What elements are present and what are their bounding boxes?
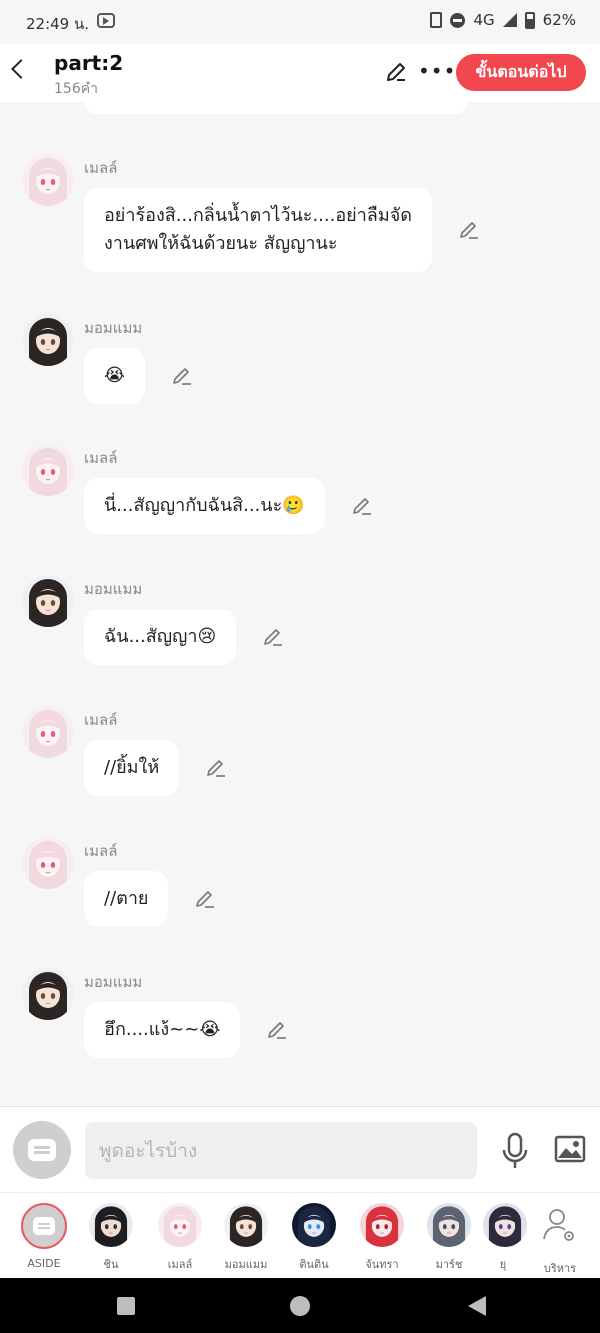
edit-title-icon[interactable]: [384, 60, 408, 84]
message-text-line: //ตาย: [104, 888, 149, 909]
avatar[interactable]: [22, 444, 74, 496]
character-avatar: [158, 1203, 202, 1247]
word-count: 156คำ: [54, 81, 98, 97]
sender-name: มอมแมม: [84, 319, 143, 337]
youtube-icon: [97, 13, 115, 28]
message-bubble[interactable]: ฮึก....แง้~~😭: [84, 1002, 241, 1058]
character-label: บริหาร: [543, 1262, 577, 1275]
character-label: ชิน: [103, 1258, 119, 1271]
edit-message-icon[interactable]: [205, 757, 227, 779]
message-bubble[interactable]: //ยิ้มให้: [84, 740, 180, 796]
message-input[interactable]: [85, 1122, 477, 1179]
top-bar: part:2 156คำ ••• ขั้นตอนต่อไป: [0, 44, 600, 102]
microphone-icon[interactable]: [500, 1131, 530, 1171]
sender-name: เมลล์: [84, 842, 118, 860]
character-chip[interactable]: มอมแมม: [213, 1203, 279, 1273]
status-icons: 4G 62%: [430, 11, 576, 29]
clock: 22:49 น.: [26, 15, 90, 33]
message-bubble[interactable]: //ตาย: [84, 871, 169, 927]
sender-name: มอมแมม: [84, 973, 143, 991]
avatar[interactable]: [22, 837, 74, 889]
message-text-line: อย่าร้องสิ...กลิ่นน้ำตาไว้นะ....อย่าลืมจ…: [104, 205, 412, 226]
character-chip[interactable]: ยุ: [483, 1203, 527, 1273]
previous-bubble: [84, 102, 468, 114]
sender-name: เมลล์: [84, 711, 118, 729]
system-nav-bar: [0, 1278, 600, 1333]
message-text-line: งานศพให้ฉันด้วยนะ สัญญานะ: [104, 233, 338, 254]
character-avatar: [360, 1203, 404, 1247]
character-label: มอมแมม: [224, 1258, 268, 1271]
avatar[interactable]: [22, 575, 74, 627]
message-text-line: ฮึก....แง้~~😭: [104, 1019, 221, 1040]
edit-message-icon[interactable]: [266, 1019, 288, 1041]
character-label: ตินติน: [299, 1258, 329, 1271]
character-avatar: [483, 1203, 527, 1247]
sender-name: เมลล์: [84, 159, 118, 177]
sender-name: มอมแมม: [84, 580, 143, 598]
recents-icon[interactable]: [117, 1297, 135, 1315]
image-upload-icon[interactable]: [554, 1135, 586, 1163]
character-aside[interactable]: ASIDE: [11, 1203, 77, 1270]
status-bar: 22:49 น. 4G 62%: [0, 0, 600, 44]
character-bar: ASIDE ชิน เมลล์ มอมแมม ตินติน จันทรา มาร…: [0, 1192, 600, 1278]
character-chip[interactable]: มาร์ช: [416, 1203, 482, 1273]
message-text-line: นี่...สัญญากับฉันสิ...นะ🥲: [104, 495, 305, 516]
sender-name: เมลล์: [84, 449, 118, 467]
character-chip[interactable]: เมลล์: [147, 1203, 213, 1273]
character-avatar: [427, 1203, 471, 1247]
battery-icon: [524, 11, 535, 29]
message-text-line: 😭: [104, 365, 126, 386]
message-bubble[interactable]: นี่...สัญญากับฉันสิ...นะ🥲: [84, 478, 325, 534]
avatar[interactable]: [22, 706, 74, 758]
edit-message-icon[interactable]: [171, 365, 193, 387]
do-not-disturb-icon: [450, 12, 466, 28]
vibrate-icon: [430, 12, 443, 28]
aside-icon: [21, 1203, 67, 1249]
message-bubble[interactable]: ฉัน...สัญญา😢: [84, 609, 237, 665]
chat-area[interactable]: เมลล์อย่าร้องสิ...กลิ่นน้ำตาไว้นะ....อย่…: [0, 102, 600, 1106]
character-label: มาร์ช: [435, 1258, 463, 1271]
character-label: เมลล์: [167, 1258, 193, 1271]
system-back-icon[interactable]: [468, 1296, 486, 1316]
battery-percent: 62%: [542, 11, 576, 29]
message-text-line: //ยิ้มให้: [104, 757, 160, 778]
edit-message-icon[interactable]: [351, 495, 373, 517]
aside-toggle-button[interactable]: [13, 1121, 71, 1179]
more-options-icon[interactable]: •••: [418, 60, 455, 84]
character-chip[interactable]: จันทรา: [349, 1203, 415, 1273]
character-avatar: [224, 1203, 268, 1247]
back-arrow-icon[interactable]: [11, 59, 31, 79]
next-step-button[interactable]: ขั้นตอนต่อไป: [456, 54, 586, 91]
network-type: 4G: [473, 11, 495, 29]
edit-message-icon[interactable]: [262, 626, 284, 648]
character-avatar: [292, 1203, 336, 1247]
character-label: ASIDE: [27, 1257, 61, 1270]
message-text-line: ฉัน...สัญญา😢: [104, 626, 217, 647]
character-avatar: [89, 1203, 133, 1247]
avatar[interactable]: [22, 154, 74, 206]
character-label: จันทรา: [365, 1258, 399, 1271]
character-chip[interactable]: ชิน: [78, 1203, 144, 1273]
message-bubble[interactable]: 😭: [84, 348, 146, 404]
edit-message-icon[interactable]: [194, 888, 216, 910]
edit-message-icon[interactable]: [458, 219, 480, 241]
character-manage[interactable]: บริหาร: [527, 1203, 593, 1277]
avatar[interactable]: [22, 968, 74, 1020]
manage-characters-icon: [543, 1209, 574, 1241]
character-chip[interactable]: ตินติน: [281, 1203, 347, 1273]
composer-bar: [0, 1106, 600, 1192]
character-label: ยุ: [499, 1258, 507, 1271]
home-icon[interactable]: [290, 1296, 310, 1316]
signal-icon: [502, 13, 517, 27]
avatar[interactable]: [22, 314, 74, 366]
message-bubble[interactable]: อย่าร้องสิ...กลิ่นน้ำตาไว้นะ....อย่าลืมจ…: [84, 188, 432, 272]
page-title: part:2: [54, 51, 124, 75]
